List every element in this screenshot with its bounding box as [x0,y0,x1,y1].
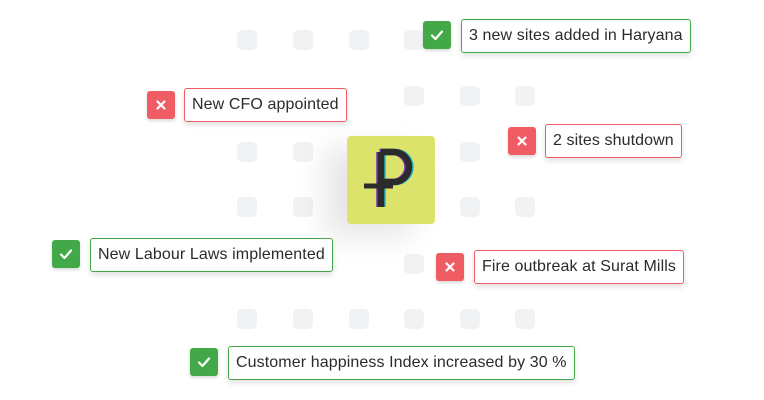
grid-dot [404,86,424,106]
grid-dot [460,309,480,329]
rupee-p-logo-icon [364,148,414,207]
event-label: Customer happiness Index increased by 30… [228,346,575,380]
grid-dot [404,254,424,274]
close-icon [436,253,464,281]
event-label: Fire outbreak at Surat Mills [474,250,684,284]
grid-dot [515,197,535,217]
brand-logo [347,136,435,224]
grid-dot [293,30,313,50]
grid-dot [237,197,257,217]
grid-dot [460,86,480,106]
event-label: New Labour Laws implemented [90,238,333,272]
close-icon [508,127,536,155]
grid-dot [349,30,369,50]
close-icon [147,91,175,119]
grid-dot [404,30,424,50]
grid-dot [515,86,535,106]
event-label: New CFO appointed [184,88,347,122]
grid-dot [293,309,313,329]
grid-dot [460,197,480,217]
event-label: 2 sites shutdown [545,124,682,158]
grid-dot [237,309,257,329]
check-icon [423,21,451,49]
grid-dot [460,142,480,162]
check-icon [190,348,218,376]
check-icon [52,240,80,268]
grid-dot [237,142,257,162]
grid-dot [404,309,424,329]
event-label: 3 new sites added in Haryana [461,19,691,53]
grid-dot [293,142,313,162]
grid-dot [349,309,369,329]
grid-dot [515,309,535,329]
grid-dot [293,197,313,217]
grid-dot [237,30,257,50]
